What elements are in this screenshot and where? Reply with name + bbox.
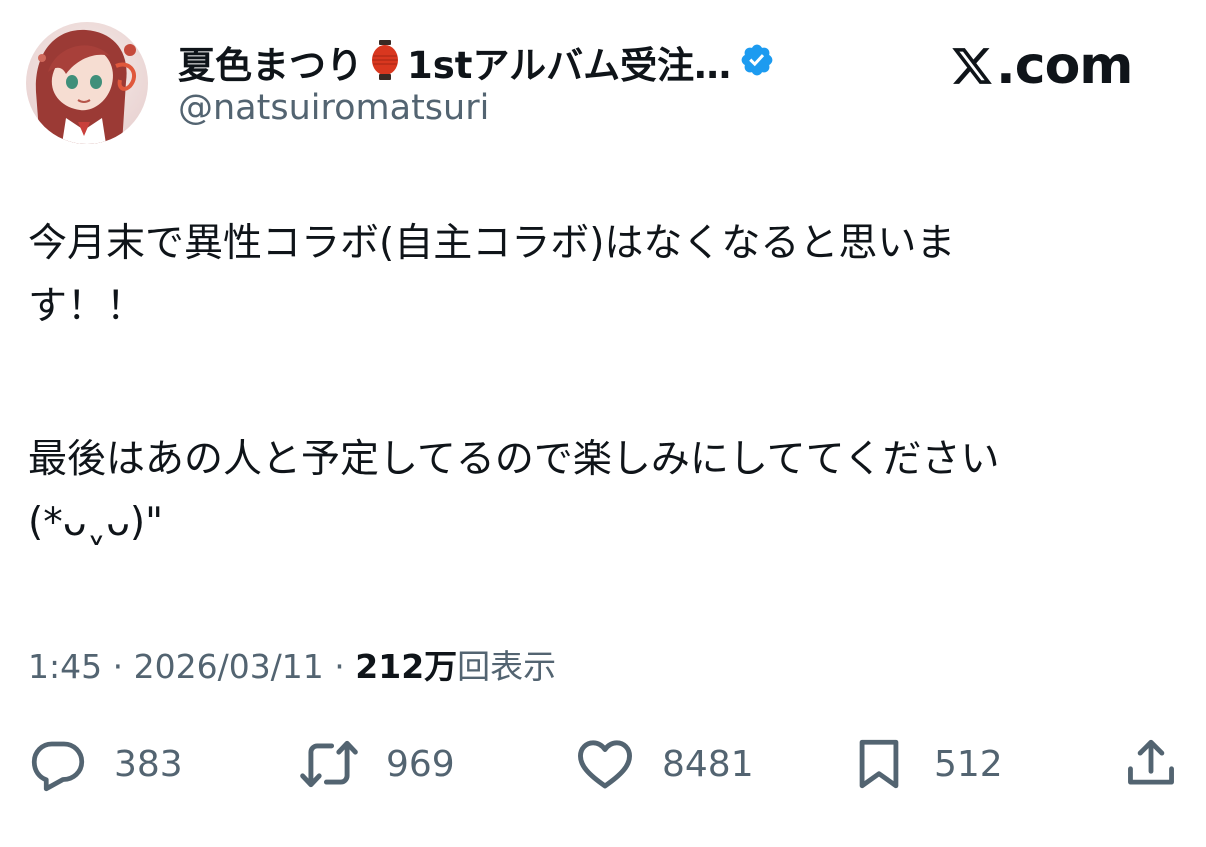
display-name-suffix[interactable]: 1stアルバム受注… xyxy=(407,35,731,89)
like-count: 8481 xyxy=(662,743,754,785)
lantern-emoji-icon xyxy=(371,40,399,84)
bookmark-icon xyxy=(859,739,899,789)
tweet-header: 夏色まつり 1stアルバム受注… @natsuiromatsuri .com xyxy=(26,22,1176,144)
retweet-button[interactable]: 969 xyxy=(298,732,455,796)
user-handle[interactable]: @natsuiromatsuri xyxy=(178,88,489,128)
retweet-count: 969 xyxy=(386,743,455,785)
meta-separator: · xyxy=(334,647,356,686)
like-button[interactable]: 8481 xyxy=(574,732,754,796)
x-logo-icon xyxy=(952,48,992,84)
avatar[interactable] xyxy=(26,22,148,144)
tweet-text: 今月末で異性コラボ(自主コラボ)はなくなると思いま す！！ 最後はあの人と予定し… xyxy=(28,212,1188,554)
bookmark-count: 512 xyxy=(934,743,1003,785)
reply-icon xyxy=(31,741,85,792)
action-bar: 383 969 8481 512 xyxy=(28,732,1178,796)
bookmark-button[interactable]: 512 xyxy=(850,732,1003,796)
tweet-meta: 1:45 · 2026/03/11 · 212万回表示 xyxy=(28,640,556,688)
tweet-paragraph-1: 今月末で異性コラボ(自主コラボ)はなくなると思いま す！！ xyxy=(28,221,956,329)
views-count[interactable]: 212万 xyxy=(355,647,457,686)
meta-separator: · xyxy=(112,647,134,686)
tweet-time[interactable]: 1:45 xyxy=(28,647,102,686)
site-logo: .com xyxy=(950,36,1133,96)
like-icon xyxy=(578,740,632,789)
tweet-paragraph-2: 最後はあの人と予定してるので楽しみにしててください (*ᴗˬᴗ)" xyxy=(28,437,1000,545)
retweet-icon xyxy=(300,740,358,788)
display-name[interactable]: 夏色まつり xyxy=(178,35,363,89)
site-logo-text: .com xyxy=(996,36,1133,96)
display-name-row[interactable]: 夏色まつり 1stアルバム受注… xyxy=(178,34,775,90)
reply-button[interactable]: 383 xyxy=(28,732,183,796)
tweet-date[interactable]: 2026/03/11 xyxy=(134,647,324,686)
verified-badge-icon xyxy=(739,42,775,82)
share-icon xyxy=(1128,739,1174,785)
share-button[interactable] xyxy=(1122,732,1180,796)
views-label: 回表示 xyxy=(457,647,557,686)
reply-count: 383 xyxy=(114,743,183,785)
